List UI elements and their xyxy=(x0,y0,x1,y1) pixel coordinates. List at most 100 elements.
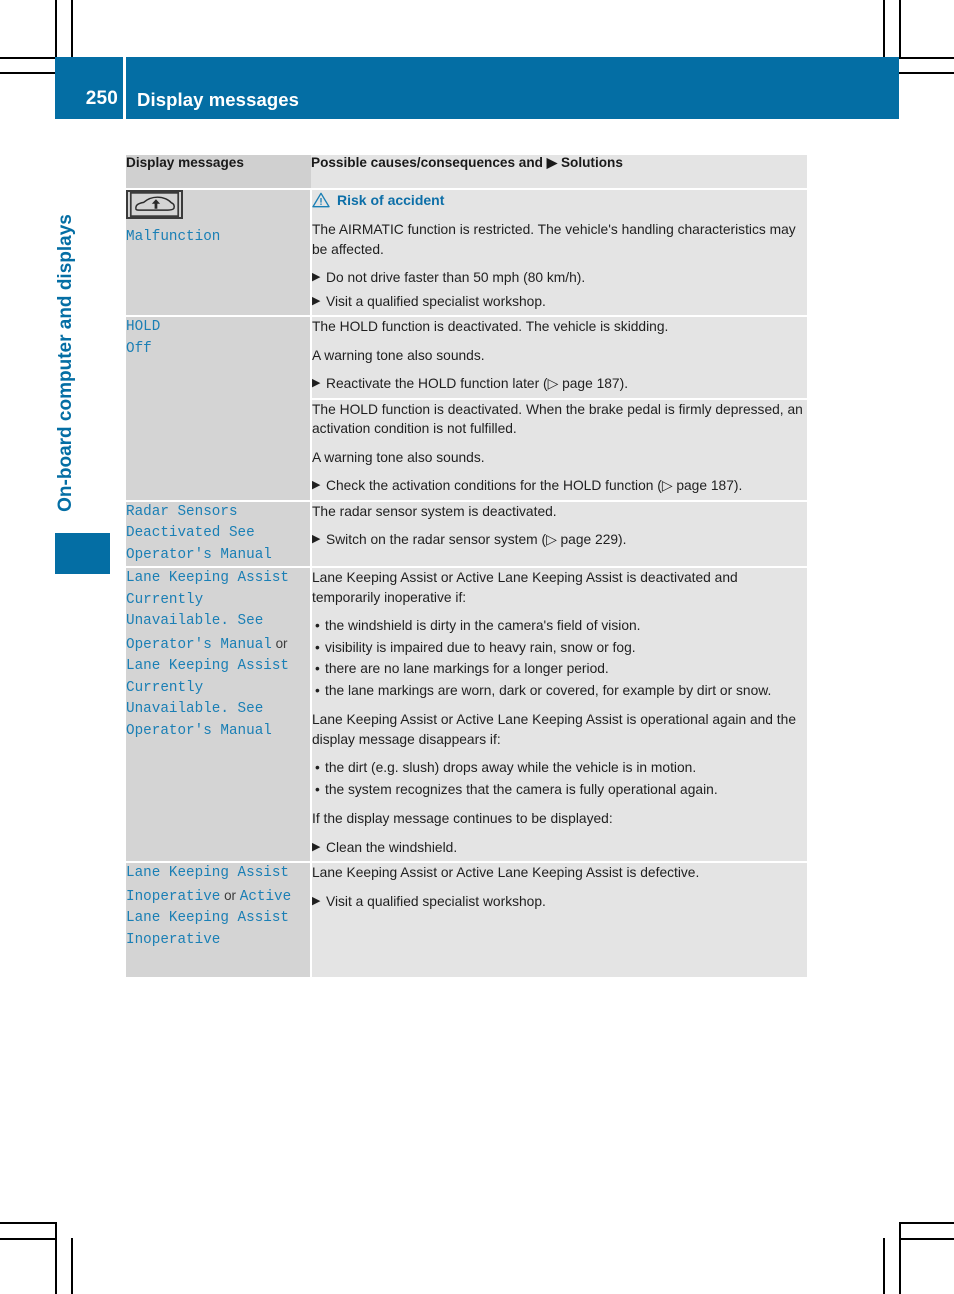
list-item: • the lane markings are worn, dark or cov… xyxy=(312,681,807,702)
list-item: • visibility is impaired due to heavy rai… xyxy=(312,638,807,659)
solution-step-text: Switch on the radar sensor system (▷ pag… xyxy=(326,532,627,547)
cause-cell-lka-unavailable: Lane Keeping Assist or Active Lane Keepi… xyxy=(310,566,807,862)
list-item-text: the lane markings are worn, dark or cove… xyxy=(325,682,772,698)
message-code-hold: HOLD xyxy=(126,319,161,335)
page-title: Display messages xyxy=(126,57,899,119)
bullet-icon: • xyxy=(315,760,320,775)
warning-title: Risk of accident xyxy=(337,192,445,208)
cause-cell-radar: The radar sensor system is deactivated. … xyxy=(310,499,807,567)
cause-paragraph: Lane Keeping Assist or Active Lane Keepi… xyxy=(312,570,738,605)
list-item-text: the dirt (e.g. slush) drops away while t… xyxy=(325,760,697,775)
car-suspension-up-icon xyxy=(126,190,183,219)
crop-mark-top-right-a xyxy=(883,0,885,57)
list-item: • the dirt (e.g. slush) drops away while … xyxy=(312,758,807,779)
list-item: • there are no lane markings for a longer… xyxy=(312,659,807,680)
solution-triangle-icon: ▶ xyxy=(312,840,321,853)
crop-mark-top-right-d xyxy=(899,72,954,74)
table-row: Lane Keeping Assist Inoperative or Activ… xyxy=(126,861,807,977)
table-row: Lane Keeping Assist Currently Unavailabl… xyxy=(126,566,807,862)
bullet-icon: • xyxy=(315,682,320,698)
crop-mark-top-left-b xyxy=(71,0,73,57)
solution-triangle-icon: ▶ xyxy=(312,479,321,491)
solution-triangle-icon: ▶ xyxy=(312,294,321,307)
message-code-radar-sensors: Radar Sensors Deactivated See Operator's… xyxy=(126,503,272,563)
bullet-icon: • xyxy=(315,781,320,797)
solution-step: ▶ Clean the windshield. xyxy=(312,838,807,858)
crop-mark-bottom-left-a xyxy=(0,1222,55,1224)
cause-paragraph: The radar sensor system is deactivated. xyxy=(312,503,557,519)
solution-step: ▶ Visit a qualified specialist workshop. xyxy=(312,292,807,312)
list-item-text: there are no lane markings for a longer … xyxy=(325,661,609,676)
list-item: • the windshield is dirty in the camera's… xyxy=(312,616,807,637)
bullet-icon: • xyxy=(315,661,320,676)
table-header-row: Display messages Possible causes/consequ… xyxy=(126,155,807,189)
list-item-text: the system recognizes that the camera is… xyxy=(325,781,718,797)
crop-mark-bottom-left-d xyxy=(71,1238,73,1294)
solution-step: ▶ Visit a qualified specialist workshop. xyxy=(312,892,807,912)
solution-triangle-icon: ▶ xyxy=(312,894,321,907)
solution-step: ▶ Check the activation conditions for th… xyxy=(312,476,807,496)
chapter-tab-label: On-board computer and displays xyxy=(55,214,76,512)
crop-mark-top-right-c xyxy=(899,57,954,59)
condition-list-operational: • the dirt (e.g. slush) drops away while … xyxy=(312,758,807,800)
column-header-causes-text: Possible causes/consequences and xyxy=(311,155,547,170)
table-row: HOLD Off The HOLD function is deactivate… xyxy=(126,315,807,501)
message-cell-radar: Radar Sensors Deactivated See Operator's… xyxy=(126,499,311,567)
message-cell-lka-unavailable: Lane Keeping Assist Currently Unavailabl… xyxy=(126,566,311,862)
list-item-text: visibility is impaired due to heavy rain… xyxy=(325,639,636,655)
cause-cell-hold-skidding: The HOLD function is deactivated. The ve… xyxy=(310,315,807,399)
solution-step-text: Check the activation conditions for the … xyxy=(326,478,743,493)
cause-paragraph: The HOLD function is deactivated. The ve… xyxy=(312,319,669,334)
warning-heading: Risk of accident xyxy=(312,192,807,208)
message-code-lka-unavailable-a: Lane Keeping Assist Currently Unavailabl… xyxy=(126,568,310,742)
solution-step: ▶ Reactivate the HOLD function later (▷ … xyxy=(312,374,807,394)
crop-mark-bottom-left-c xyxy=(55,1222,57,1294)
solution-triangle-icon: ▶ xyxy=(312,377,321,389)
message-code-part-b: Lane Keeping Assist Currently Unavailabl… xyxy=(126,658,298,739)
column-header-solutions-text: Solutions xyxy=(557,155,623,170)
crop-mark-bottom-right-c xyxy=(899,1222,901,1294)
crop-mark-bottom-right-a xyxy=(899,1222,954,1224)
table-row: Malfunction Risk of accident The AIRMATI… xyxy=(126,188,807,316)
cause-paragraph: The AIRMATIC function is restricted. The… xyxy=(312,222,796,257)
cause-paragraph: The HOLD function is deactivated. When t… xyxy=(312,401,803,437)
column-header-causes-solutions: Possible causes/consequences and ▶ Solut… xyxy=(311,155,807,189)
solid-triangle-icon: ▶ xyxy=(546,155,558,170)
list-item-text: the windshield is dirty in the camera's … xyxy=(325,618,641,633)
list-item: • the system recognizes that the camera i… xyxy=(312,780,807,801)
solution-step: ▶ Do not drive faster than 50 mph (80 km… xyxy=(312,268,807,288)
bullet-icon: • xyxy=(315,618,320,633)
cause-cell-lka-inoperative: Lane Keeping Assist or Active Lane Keepi… xyxy=(310,861,807,977)
display-messages-table: Display messages Possible causes/consequ… xyxy=(126,155,807,977)
message-code-lka-inoperative: Lane Keeping Assist Inoperative or Activ… xyxy=(126,863,310,951)
table-row: Radar Sensors Deactivated See Operator's… xyxy=(126,499,807,567)
chapter-tab-marker xyxy=(55,533,110,574)
solution-triangle-icon: ▶ xyxy=(312,271,321,283)
cause-paragraph: A warning tone also sounds. xyxy=(312,449,485,465)
cause-paragraph: A warning tone also sounds. xyxy=(312,347,485,363)
column-header-display-messages: Display messages xyxy=(126,155,311,189)
cause-paragraph: If the display message continues to be d… xyxy=(312,811,613,826)
solution-step-text: Visit a qualified specialist workshop. xyxy=(326,893,546,909)
bullet-icon: • xyxy=(315,639,320,655)
message-cell-lka-inoperative: Lane Keeping Assist Inoperative or Activ… xyxy=(126,861,311,977)
solution-step-text: Do not drive faster than 50 mph (80 km/h… xyxy=(326,270,586,285)
cause-paragraph: Lane Keeping Assist or Active Lane Keepi… xyxy=(312,865,700,880)
message-conjunction: or xyxy=(271,635,292,651)
page-header: 250 Display messages xyxy=(55,57,899,119)
message-cell-hold: HOLD Off xyxy=(126,315,311,501)
solution-step-text: Clean the windshield. xyxy=(326,839,458,855)
crop-mark-bottom-right-b xyxy=(899,1238,954,1240)
page-number: 250 xyxy=(55,57,123,119)
crop-mark-top-right-b xyxy=(899,0,901,57)
message-code-off: Off xyxy=(126,340,152,357)
crop-mark-bottom-left-b xyxy=(0,1238,55,1240)
solution-triangle-icon: ▶ xyxy=(312,533,321,545)
cause-paragraph: Lane Keeping Assist or Active Lane Keepi… xyxy=(312,712,796,747)
message-conjunction: or xyxy=(220,887,240,903)
cause-cell-airmatic: Risk of accident The AIRMATIC function i… xyxy=(310,188,807,316)
crop-mark-top-left-d xyxy=(0,72,55,74)
crop-mark-bottom-right-d xyxy=(883,1238,885,1294)
message-code-malfunction: Malfunction xyxy=(126,229,221,245)
crop-mark-top-left-a xyxy=(55,0,57,57)
